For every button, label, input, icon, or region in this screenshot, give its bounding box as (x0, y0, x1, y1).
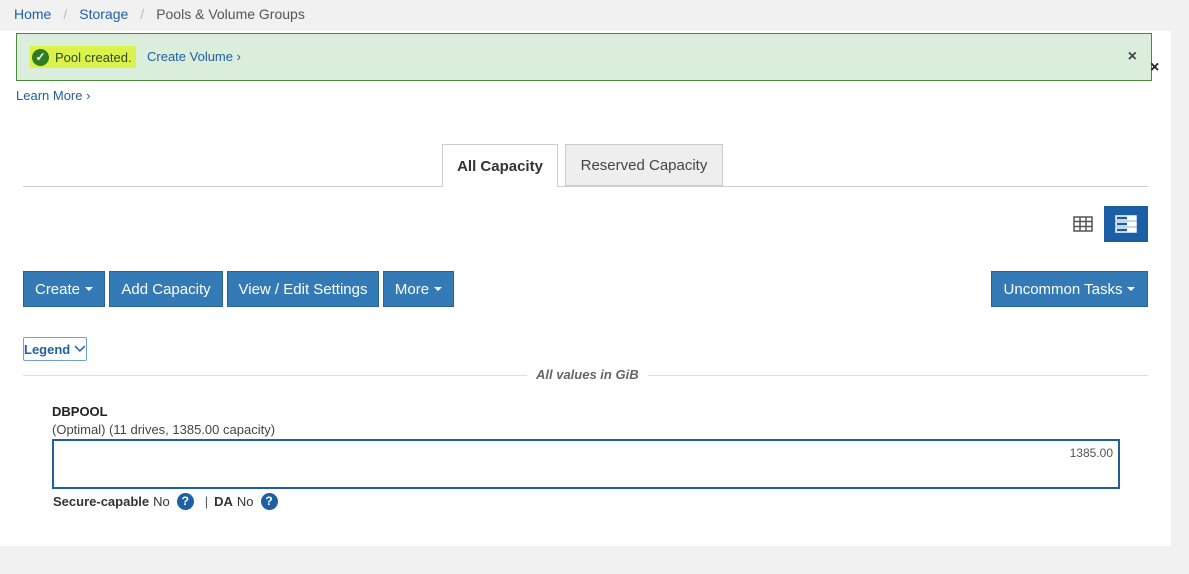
units-label: All values in GiB (527, 367, 648, 382)
learn-more-link[interactable]: Learn More › (16, 88, 90, 103)
table-view-button[interactable] (1066, 207, 1100, 241)
tab-all-capacity[interactable]: All Capacity (442, 144, 558, 187)
success-alert: ✓ Pool created. Create Volume › × (16, 33, 1152, 81)
create-label: Create (34, 280, 81, 298)
pool-attributes: Secure-capable No ? | DA No ? (53, 493, 278, 510)
tab-reserved-capacity[interactable]: Reserved Capacity (565, 144, 723, 186)
create-dropdown-button[interactable]: Create (23, 271, 105, 307)
secure-capable-label: Secure-capable (53, 494, 150, 509)
caret-down-icon (1127, 287, 1136, 291)
caret-down-icon (434, 287, 443, 291)
pool-name[interactable]: DBPOOL (52, 404, 108, 419)
more-dropdown-button[interactable]: More (383, 271, 454, 307)
uncommon-tasks-label: Uncommon Tasks (1003, 280, 1123, 298)
create-volume-link[interactable]: Create Volume › (147, 49, 241, 64)
legend-toggle[interactable]: Legend (23, 337, 87, 361)
view-edit-settings-button[interactable]: View / Edit Settings (227, 271, 379, 307)
breadcrumb: Home / Storage / Pools & Volume Groups (14, 6, 305, 22)
help-icon[interactable]: ? (260, 493, 278, 510)
close-icon[interactable]: × (1128, 48, 1137, 66)
close-icon[interactable]: × (1150, 59, 1159, 77)
breadcrumb-home[interactable]: Home (14, 6, 51, 22)
alert-text: Pool created. (55, 49, 132, 65)
check-circle-icon: ✓ (32, 48, 49, 66)
help-icon[interactable]: ? (176, 493, 194, 510)
capacity-value: 1385.00 (1069, 446, 1113, 460)
breadcrumb-separator: / (140, 6, 145, 22)
breadcrumb-separator: / (63, 6, 68, 22)
legend-label: Legend (24, 341, 71, 357)
alert-message: ✓ Pool created. (30, 46, 136, 68)
secure-capable-value: No (153, 494, 170, 509)
more-label: More (394, 280, 430, 298)
table-icon (1073, 216, 1093, 232)
breadcrumb-current: Pools & Volume Groups (156, 6, 305, 22)
capacity-bar[interactable]: 1385.00 (52, 439, 1120, 489)
caret-down-icon (85, 287, 94, 291)
breadcrumb-storage[interactable]: Storage (79, 6, 128, 22)
tabs-divider (23, 186, 1148, 187)
list-view-button[interactable] (1104, 206, 1148, 242)
list-view-icon (1115, 215, 1137, 233)
uncommon-tasks-button[interactable]: Uncommon Tasks (991, 271, 1148, 307)
da-value: No (236, 494, 254, 509)
add-capacity-button[interactable]: Add Capacity (109, 271, 223, 307)
attribute-separator: | (204, 494, 209, 509)
chevron-down-icon (74, 345, 86, 353)
da-label: DA (214, 494, 233, 509)
pool-status: (Optimal) (11 drives, 1385.00 capacity) (52, 422, 276, 437)
